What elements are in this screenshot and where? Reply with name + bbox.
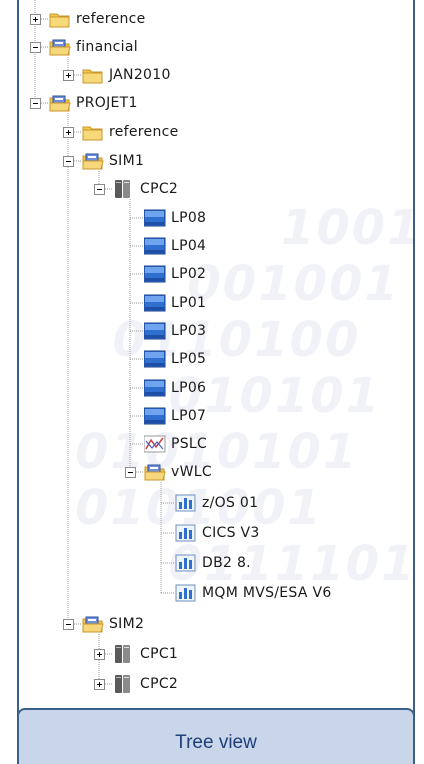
open-folder-icon: [82, 615, 104, 633]
partition-icon: [144, 209, 166, 227]
tree-node-label: reference: [109, 124, 179, 140]
tree-node-label: PSLC: [171, 436, 208, 452]
open-folder-icon: [49, 38, 71, 56]
expand-toggle-icon[interactable]: [94, 679, 105, 690]
tree-node-label: MQM MVS/ESA V6: [202, 585, 332, 601]
tree-node[interactable]: DB2 8.: [175, 549, 251, 577]
partition-icon: [144, 350, 166, 368]
tree-node[interactable]: PROJET1: [49, 89, 138, 117]
tree-node[interactable]: CPC2: [113, 670, 178, 698]
tree-node[interactable]: CPC2: [113, 175, 178, 203]
caption-label: Tree view: [175, 732, 257, 753]
tree-node[interactable]: reference: [82, 118, 179, 146]
collapse-toggle-icon[interactable]: [30, 42, 41, 53]
tree-node-label: reference: [76, 11, 146, 27]
bar-chart-icon: [175, 554, 197, 572]
expand-toggle-icon[interactable]: [30, 14, 41, 25]
tree-node[interactable]: z/OS 01: [175, 489, 258, 517]
tree-node-label: DB2 8.: [202, 555, 251, 571]
partition-icon: [144, 265, 166, 283]
collapse-toggle-icon[interactable]: [94, 184, 105, 195]
tree-node[interactable]: MQM MVS/ESA V6: [175, 579, 332, 607]
tree-node[interactable]: reference: [49, 5, 146, 33]
expand-toggle-icon[interactable]: [63, 127, 74, 138]
expand-toggle-icon[interactable]: [63, 70, 74, 81]
tree-node-label: z/OS 01: [202, 495, 259, 511]
open-folder-icon: [49, 94, 71, 112]
tree-node-label: LP04: [171, 238, 207, 254]
tree-node-label: LP01: [171, 295, 207, 311]
tree-node-label: PROJET1: [76, 95, 138, 111]
server-icon: [113, 180, 135, 198]
tree-node-label: SIM2: [109, 616, 145, 632]
partition-icon: [144, 322, 166, 340]
tree-node[interactable]: SIM2: [82, 610, 144, 638]
collapse-toggle-icon[interactable]: [63, 156, 74, 167]
tree-node-label: LP06: [171, 380, 207, 396]
folder-icon: [82, 66, 104, 84]
partition-icon: [144, 294, 166, 312]
caption-tab: Tree view: [17, 708, 415, 764]
tree-node-label: LP07: [171, 408, 207, 424]
tree: reference financial JAN2010 PROJET1 referenc…: [19, 0, 413, 723]
tree-node-label: CPC2: [140, 181, 179, 197]
tree-node[interactable]: LP04: [144, 232, 206, 260]
tree-node-label: JAN2010: [109, 67, 171, 83]
tree-node[interactable]: LP06: [144, 374, 206, 402]
partition-icon: [144, 407, 166, 425]
collapse-toggle-icon[interactable]: [30, 98, 41, 109]
tree-node-label: vWLC: [171, 464, 212, 480]
tree-node-label: CPC1: [140, 646, 179, 662]
tree-node-label: LP05: [171, 351, 207, 367]
tree-node-label: SIM1: [109, 153, 145, 169]
tree-node[interactable]: LP05: [144, 345, 206, 373]
tree-node[interactable]: LP01: [144, 289, 206, 317]
tree-node-label: CICS V3: [202, 525, 260, 541]
collapse-toggle-icon[interactable]: [63, 619, 74, 630]
tree-node[interactable]: vWLC: [144, 458, 212, 486]
tree-node[interactable]: LP02: [144, 260, 206, 288]
bar-chart-icon: [175, 584, 197, 602]
tree-view-panel: 1001010 001001 0110100 010101 01010101 0…: [17, 0, 415, 725]
tree-node[interactable]: LP07: [144, 402, 206, 430]
tree-node[interactable]: LP03: [144, 317, 206, 345]
open-folder-icon: [82, 152, 104, 170]
bar-chart-icon: [175, 524, 197, 542]
open-folder-icon: [144, 463, 166, 481]
server-icon: [113, 645, 135, 663]
tree-node[interactable]: financial: [49, 33, 138, 61]
partition-icon: [144, 379, 166, 397]
bar-chart-icon: [175, 494, 197, 512]
server-icon: [113, 675, 135, 693]
pslc-chart-icon: [144, 435, 166, 453]
tree-node-label: LP03: [171, 323, 207, 339]
folder-icon: [49, 10, 71, 28]
expand-toggle-icon[interactable]: [94, 649, 105, 660]
tree-node-label: LP02: [171, 266, 207, 282]
collapse-toggle-icon[interactable]: [125, 467, 136, 478]
tree-node[interactable]: CPC1: [113, 640, 178, 668]
tree-node[interactable]: LP08: [144, 204, 206, 232]
partition-icon: [144, 237, 166, 255]
tree-node-label: financial: [76, 39, 138, 55]
tree-node-label: CPC2: [140, 676, 179, 692]
folder-icon: [82, 123, 104, 141]
tree-node[interactable]: SIM1: [82, 147, 144, 175]
tree-node[interactable]: JAN2010: [82, 61, 171, 89]
tree-node[interactable]: CICS V3: [175, 519, 260, 547]
tree-node-label: LP08: [171, 210, 207, 226]
tree-node[interactable]: PSLC: [144, 430, 207, 458]
